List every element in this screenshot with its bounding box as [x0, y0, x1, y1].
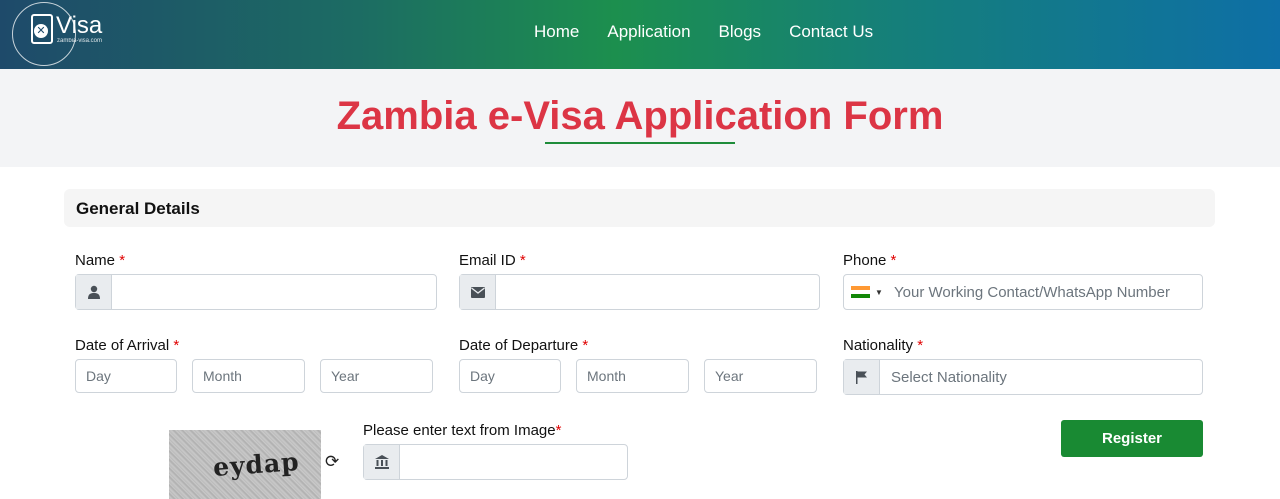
required-mark: * [119, 252, 126, 269]
departure-day-select[interactable] [459, 359, 561, 393]
departure-year-select[interactable] [704, 359, 817, 393]
nav-home[interactable]: Home [534, 22, 579, 42]
nationality-label-text: Nationality [843, 337, 914, 354]
captcha-image: eydap [169, 430, 321, 499]
email-label: Email ID * [459, 252, 526, 269]
phone-label: Phone * [843, 252, 896, 269]
name-input-group [75, 274, 437, 310]
departure-label: Date of Departure * [459, 337, 588, 354]
arrival-year-select[interactable] [320, 359, 433, 393]
required-mark: * [582, 337, 589, 354]
captcha-label: Please enter text from Image* [363, 422, 561, 439]
country-code-selector[interactable]: ▼ [844, 275, 888, 309]
name-label-text: Name [75, 252, 116, 269]
flag-icon [844, 360, 880, 394]
name-label: Name * [75, 252, 125, 269]
register-button[interactable]: Register [1061, 420, 1203, 457]
passport-icon: ✕ [31, 14, 53, 44]
captcha-label-text: Please enter text from Image [363, 422, 556, 439]
arrival-label: Date of Arrival * [75, 337, 179, 354]
envelope-icon [460, 275, 496, 309]
user-icon [76, 275, 112, 309]
refresh-captcha-icon[interactable]: ⟳ [325, 452, 341, 472]
page-title: Zambia e-Visa Application Form [336, 94, 944, 138]
brand-domain: zambia-visa.com [57, 38, 103, 44]
nav-application[interactable]: Application [607, 22, 690, 42]
departure-month-select[interactable] [576, 359, 689, 393]
nav-contact-us[interactable]: Contact Us [789, 22, 873, 42]
departure-label-text: Date of Departure [459, 337, 579, 354]
phone-field[interactable] [888, 275, 1202, 309]
arrival-day-select[interactable] [75, 359, 177, 393]
phone-input-group: ▼ [843, 274, 1203, 310]
section-header: General Details [64, 189, 1215, 227]
required-mark: * [890, 252, 897, 269]
required-mark: * [173, 337, 180, 354]
bank-icon [364, 445, 400, 479]
nationality-label: Nationality * [843, 337, 923, 354]
captcha-field[interactable] [400, 445, 627, 479]
email-field[interactable] [496, 275, 819, 309]
main-nav: Home Application Blogs Contact Us [520, 0, 887, 64]
caret-down-icon: ▼ [875, 287, 883, 297]
title-underline [545, 142, 735, 144]
required-mark: * [519, 252, 526, 269]
email-input-group [459, 274, 820, 310]
name-field[interactable] [112, 275, 436, 309]
brand-logo[interactable]: ✕ Visa zambia-visa.com [10, 0, 102, 68]
india-flag-icon [851, 285, 870, 299]
phone-label-text: Phone [843, 252, 887, 269]
nationality-select[interactable] [880, 360, 1202, 394]
nav-blogs[interactable]: Blogs [719, 22, 762, 42]
captcha-image-text: eydap [212, 447, 301, 482]
section-title: General Details [76, 199, 200, 218]
site-header: ✕ Visa zambia-visa.com Home Application … [0, 0, 1280, 69]
brand-name: Visa [56, 12, 103, 39]
required-mark: * [555, 422, 562, 439]
captcha-input-group [363, 444, 628, 480]
arrival-month-select[interactable] [192, 359, 305, 393]
email-label-text: Email ID [459, 252, 516, 269]
required-mark: * [917, 337, 924, 354]
arrival-label-text: Date of Arrival [75, 337, 170, 354]
nationality-input-group [843, 359, 1203, 395]
